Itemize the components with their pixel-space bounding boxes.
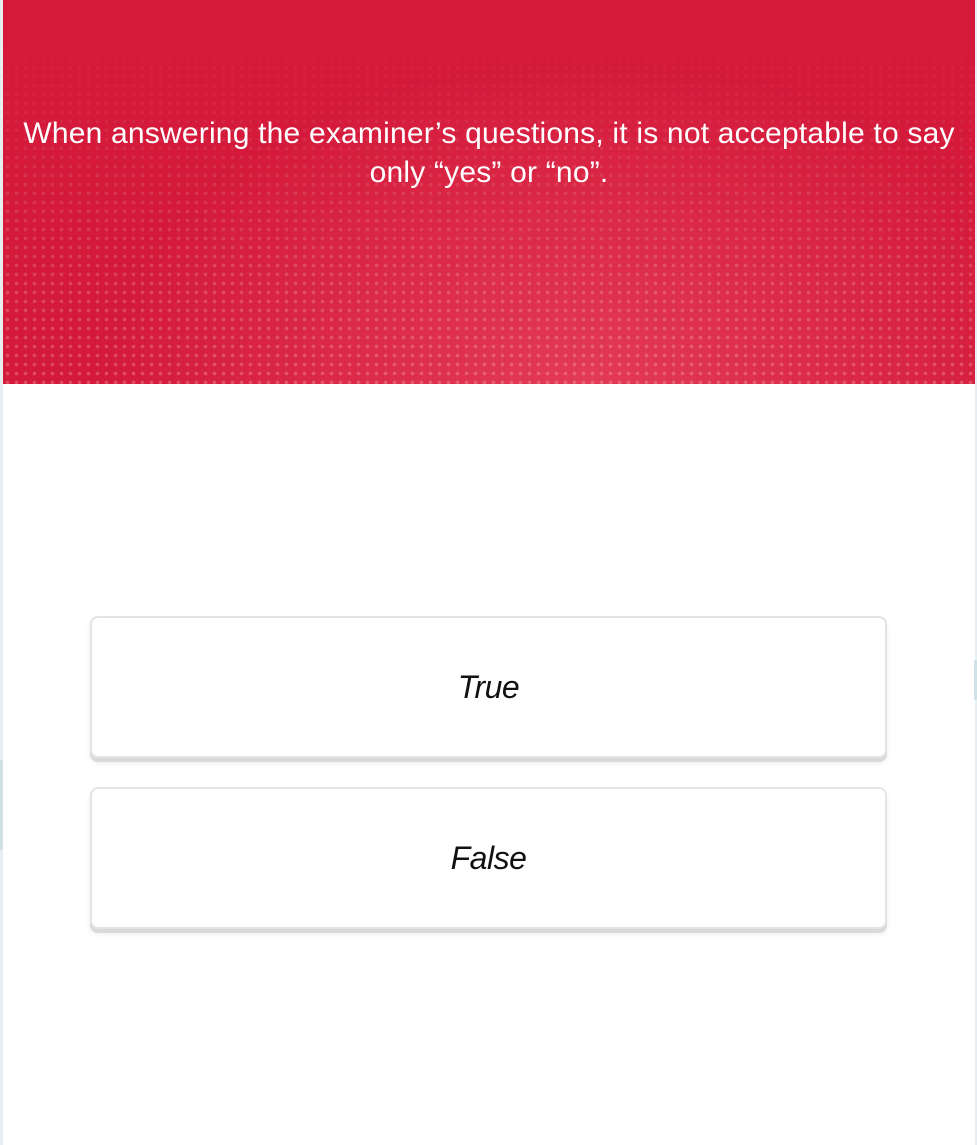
answer-option-true-label: True — [457, 668, 520, 705]
answer-option-true[interactable]: True — [90, 616, 887, 758]
question-text: When answering the examiner’s questions,… — [23, 117, 955, 189]
dot-pattern-decoration — [3, 0, 975, 384]
question-header: When answering the examiner’s questions,… — [3, 0, 975, 384]
answer-option-false[interactable]: False — [90, 787, 887, 929]
answer-option-false-label: False — [450, 839, 527, 876]
left-edge-decoration — [0, 760, 3, 850]
quiz-card: When answering the examiner’s questions,… — [3, 0, 975, 1145]
